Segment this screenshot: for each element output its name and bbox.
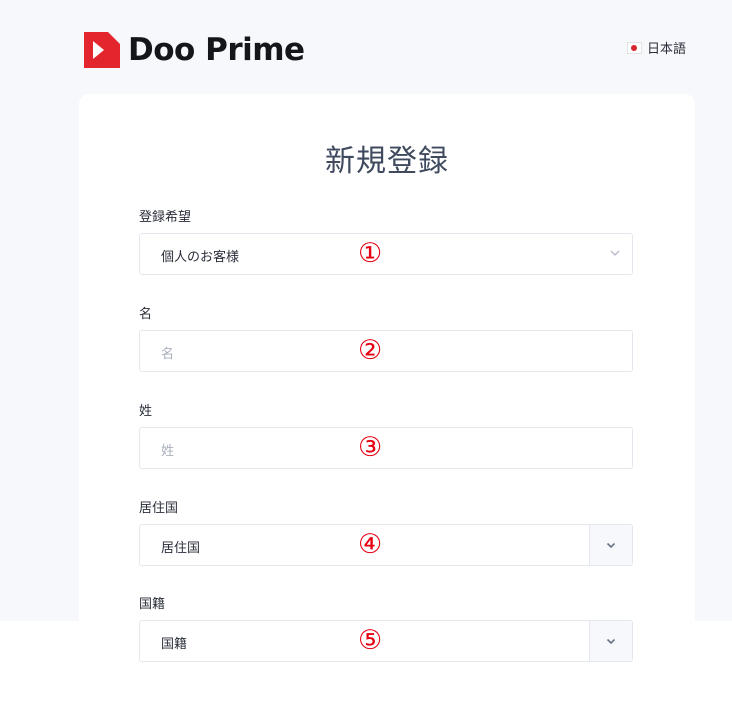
chevron-down-icon (610, 250, 620, 256)
country-of-residence-select[interactable]: 居住国 ④ (139, 524, 633, 566)
last-name-placeholder: 姓 (161, 444, 175, 459)
nationality-value: 国籍 (161, 637, 188, 652)
registration-type-value: 個人のお客様 (161, 250, 240, 265)
doo-prime-logo-icon (84, 32, 120, 68)
annotation-marker-2: ② (358, 335, 383, 366)
japan-flag-icon (626, 41, 642, 54)
nationality-label: 国籍 (139, 597, 166, 612)
first-name-placeholder: 名 (161, 347, 175, 362)
brand-name: Doo Prime (128, 32, 305, 68)
annotation-marker-4: ④ (358, 529, 383, 560)
nationality-select[interactable]: 国籍 ⑤ (139, 620, 633, 662)
country-of-residence-dropdown-button[interactable] (589, 525, 632, 565)
chevron-down-icon (606, 542, 616, 549)
country-of-residence-value: 居住国 (161, 541, 201, 556)
first-name-input[interactable]: 名 ② (139, 330, 633, 372)
last-name-label: 姓 (139, 404, 153, 419)
language-label: 日本語 (646, 42, 686, 57)
nationality-dropdown-button[interactable] (589, 621, 632, 661)
annotation-marker-5: ⑤ (358, 625, 383, 656)
annotation-marker-1: ① (358, 238, 383, 269)
chevron-down-icon (606, 638, 616, 645)
logo[interactable]: Doo Prime (84, 30, 305, 70)
language-selector[interactable]: 日本語 (626, 38, 686, 57)
annotation-marker-3: ③ (358, 432, 383, 463)
registration-card: 新規登録 登録希望 個人のお客様 ① 名 名 ② 姓 姓 ③ 居住国 居住国 ④… (79, 94, 695, 714)
registration-type-label: 登録希望 (139, 210, 192, 225)
registration-type-select[interactable]: 個人のお客様 ① (139, 233, 633, 275)
country-of-residence-label: 居住国 (139, 501, 179, 516)
first-name-label: 名 (139, 307, 153, 322)
last-name-input[interactable]: 姓 ③ (139, 427, 633, 469)
page-title: 新規登録 (325, 144, 449, 179)
